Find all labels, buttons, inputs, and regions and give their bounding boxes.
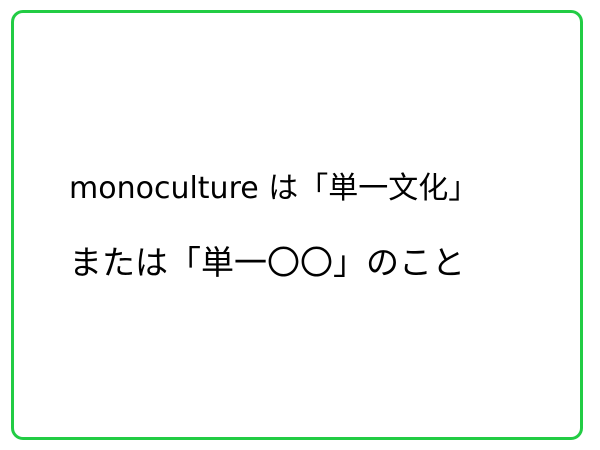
card-frame: monoculture は「単一文化」 または「単一〇〇」のこと — [11, 10, 583, 440]
text-line-monoculture: monoculture は「単一文化」 — [69, 171, 479, 206]
text-line-definition: または「単一〇〇」のこと — [69, 243, 465, 282]
